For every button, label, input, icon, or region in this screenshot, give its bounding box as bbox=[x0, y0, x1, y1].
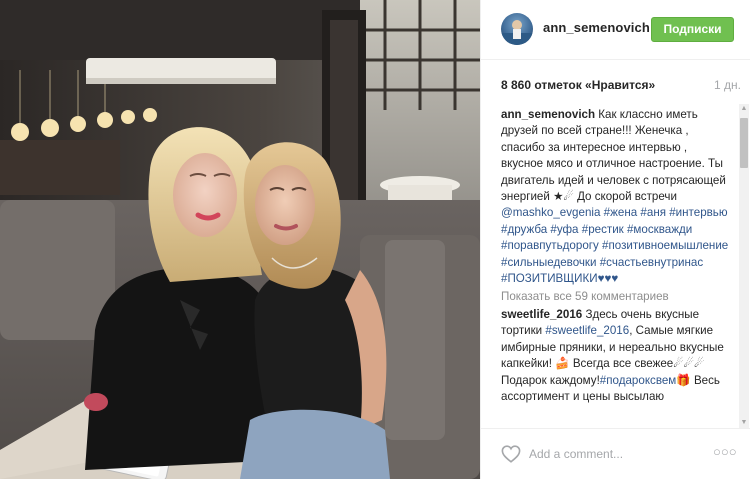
scroll-thumb[interactable] bbox=[740, 118, 748, 168]
caption-author[interactable]: ann_semenovich bbox=[501, 108, 595, 121]
comments-list[interactable]: ann_semenovich Как классно иметь друзей … bbox=[501, 107, 729, 425]
scroll-up-icon[interactable]: ▲ bbox=[739, 104, 749, 114]
more-options-icon[interactable]: ○○○ bbox=[713, 445, 737, 460]
post-age[interactable]: 1 дн. bbox=[714, 78, 741, 92]
comments-scrollbar[interactable]: ▲ ▼ bbox=[739, 104, 749, 428]
post-username[interactable]: ann_semenovich bbox=[543, 20, 650, 35]
heart-icon[interactable] bbox=[501, 445, 521, 463]
hashtag[interactable]: #сильныедевочки bbox=[501, 256, 596, 269]
hashtag[interactable]: #дружба bbox=[501, 223, 547, 236]
post-stats: 8 860 отметок «Нравится» 1 дн. bbox=[501, 78, 741, 94]
caption-comment: ann_semenovich Как классно иметь друзей … bbox=[501, 107, 729, 287]
show-all-comments-link[interactable]: Показать все 59 комментариев bbox=[501, 289, 729, 305]
hashtag[interactable]: #уфа bbox=[550, 223, 578, 236]
post-header: ann_semenovich Подписки bbox=[481, 0, 750, 60]
avatar-image bbox=[501, 20, 533, 45]
hashtag[interactable]: #москважди bbox=[627, 223, 692, 236]
comment-bar: ○○○ bbox=[481, 428, 750, 479]
post-photo[interactable] bbox=[0, 0, 480, 479]
post-details-panel: ann_semenovich Подписки 8 860 отметок «Н… bbox=[480, 0, 750, 479]
caption-text: Как классно иметь друзей по всей стране!… bbox=[501, 108, 726, 204]
hashtag[interactable]: #позитивноемышление bbox=[602, 239, 728, 252]
comment-author[interactable]: sweetlife_2016 bbox=[501, 308, 582, 321]
hashtag[interactable]: #рестик bbox=[582, 223, 624, 236]
avatar[interactable] bbox=[501, 13, 533, 45]
caption-mention[interactable]: @mashko_evgenia bbox=[501, 206, 600, 219]
comment-hashtag[interactable]: #подароксвем bbox=[600, 374, 676, 387]
photo-illustration bbox=[0, 0, 480, 479]
add-comment-input[interactable] bbox=[529, 443, 699, 465]
hashtag[interactable]: #поравпутьдорогу bbox=[501, 239, 599, 252]
follow-button[interactable]: Подписки bbox=[651, 17, 734, 42]
hashtag[interactable]: #интервью bbox=[669, 206, 727, 219]
comment-hashtag[interactable]: #sweetlife_2016 bbox=[545, 324, 629, 337]
hashtag[interactable]: #жена bbox=[604, 206, 638, 219]
scroll-down-icon[interactable]: ▼ bbox=[739, 418, 749, 428]
comment: sweetlife_2016 Здесь очень вкусные торти… bbox=[501, 307, 729, 405]
hashtag[interactable]: #ПОЗИТИВЩИКИ♥♥♥ bbox=[501, 272, 618, 285]
hashtag[interactable]: #счастьевнутринас bbox=[600, 256, 703, 269]
hashtag[interactable]: #аня bbox=[640, 206, 666, 219]
likes-count[interactable]: 8 860 отметок «Нравится» bbox=[501, 78, 655, 92]
